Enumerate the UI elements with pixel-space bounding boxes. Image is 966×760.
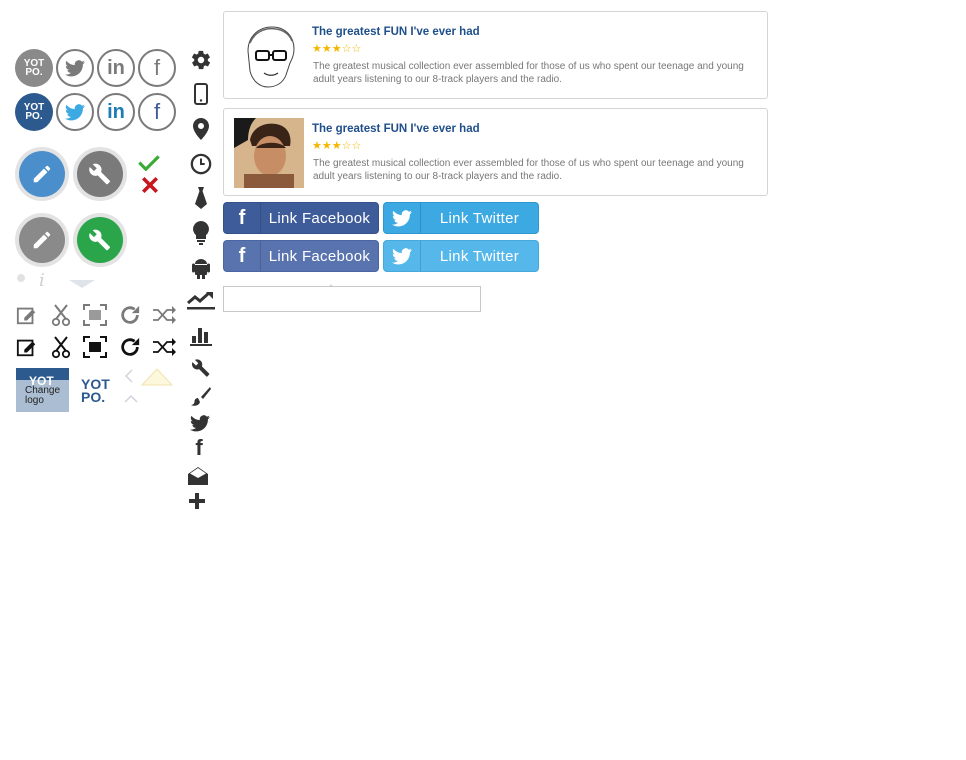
warning-triangle-icon [140,368,174,391]
chevron-left-icon[interactable] [124,369,134,388]
twitter-icon [384,203,421,233]
scissors-icon-light[interactable] [49,303,73,327]
tools-icon[interactable] [189,357,213,379]
scissors-icon[interactable] [49,335,73,359]
facebook-glyph: f [153,99,161,124]
link-facebook-button-hover[interactable]: f Link Facebook [223,240,379,272]
edit-button-blue[interactable] [15,147,69,201]
dot-icon [17,274,25,282]
review-body: The greatest musical collection ever ass… [313,61,744,85]
yotpo-logo-circle-gray[interactable]: YOT PO. [15,49,53,87]
cross-icon[interactable] [140,176,160,194]
trend-chart-icon[interactable] [187,289,215,311]
facebook-outline-icon[interactable]: f [138,49,176,87]
tools-button-green[interactable] [73,213,127,267]
chevron-up-icon[interactable] [124,391,138,409]
twitter-outline-icon[interactable] [56,49,94,87]
link-twitter-label: Link Twitter [439,247,520,265]
link-twitter-button[interactable]: Link Twitter [383,202,539,234]
linkedin-glyph: in [107,100,125,123]
star-rating: ★★★☆☆ [312,140,362,152]
avatar-photo [234,118,304,188]
review-title[interactable]: The greatest FUN I've ever had [312,123,480,135]
yotpo-text-line2: PO. [25,111,43,122]
review-title[interactable]: The greatest FUN I've ever had [312,26,480,38]
star-rating: ★★★☆☆ [312,43,362,55]
link-facebook-label: Link Facebook [268,247,371,265]
text-input[interactable] [223,286,481,312]
edit-button-gray[interactable] [15,213,69,267]
change-label-line2: logo [25,395,44,406]
tie-icon[interactable] [189,187,213,209]
plus-icon[interactable] [187,492,207,510]
avatar-sketch [234,21,304,91]
facebook-icon-glyph: f [195,435,203,460]
tools-button-gray[interactable] [73,147,127,201]
twitter-icon[interactable] [189,413,211,433]
link-facebook-button[interactable]: f Link Facebook [223,202,379,234]
gear-icon[interactable] [189,49,213,71]
link-twitter-button-hover[interactable]: Link Twitter [383,240,539,272]
review-body: The greatest musical collection ever ass… [313,158,744,182]
yotpo-text-line2: PO. [25,67,43,78]
edit-square-icon-light[interactable] [15,303,39,327]
link-twitter-label: Link Twitter [439,209,520,227]
shuffle-icon[interactable] [151,335,177,359]
yotpo-logo: YOT PO. [81,377,110,405]
yotpo-logo-line2: PO. [81,389,106,405]
facebook-icon[interactable]: f [189,435,209,460]
clock-icon[interactable] [189,153,213,175]
link-facebook-label: Link Facebook [268,209,371,227]
check-icon[interactable] [138,152,160,172]
linkedin-glyph: in [107,56,125,79]
facebook-glyph: f [238,244,246,267]
refresh-icon-light[interactable] [117,303,143,327]
brush-icon[interactable] [189,385,213,407]
fullscreen-icon[interactable] [82,335,108,359]
linkedin-color-icon[interactable]: in [97,93,135,131]
facebook-icon: f [224,203,261,233]
change-logo-label: Change logo [25,386,60,406]
edit-square-icon[interactable] [15,335,39,359]
facebook-glyph: f [153,55,161,80]
facebook-glyph: f [238,206,246,229]
bar-chart-icon[interactable] [189,323,213,347]
dropdown-arrow-icon [69,280,95,288]
map-pin-icon[interactable] [189,118,213,140]
envelope-icon[interactable] [187,466,209,486]
shuffle-icon-light[interactable] [151,303,177,327]
twitter-color-icon[interactable] [56,93,94,131]
mobile-icon[interactable] [189,83,213,105]
facebook-icon: f [224,241,261,271]
refresh-icon[interactable] [117,335,143,359]
linkedin-outline-icon[interactable]: in [97,49,135,87]
change-logo-button[interactable]: YOT Change logo [16,368,69,412]
info-italic-icon: i [39,270,45,291]
fullscreen-icon-light[interactable] [82,303,108,327]
lightbulb-icon[interactable] [189,221,213,245]
facebook-color-icon[interactable]: f [138,93,176,131]
review-card: The greatest FUN I've ever had ★★★☆☆ The… [223,108,768,196]
twitter-icon [384,241,421,271]
review-card: The greatest FUN I've ever had ★★★☆☆ The… [223,11,768,99]
yotpo-logo-circle-blue[interactable]: YOT PO. [15,93,53,131]
android-icon[interactable] [189,257,213,279]
